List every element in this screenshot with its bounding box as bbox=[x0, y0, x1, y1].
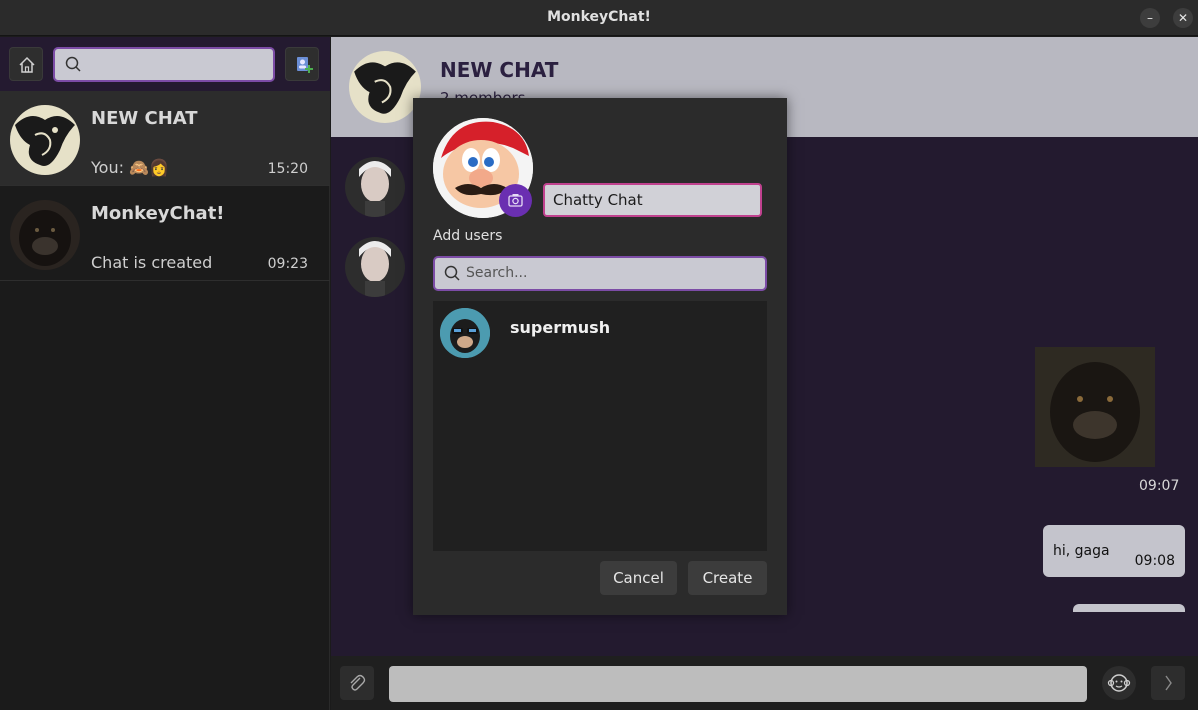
message-sender-avatar bbox=[345, 157, 405, 217]
message-time: 09:07 bbox=[1139, 478, 1180, 494]
sidebar-search-input[interactable] bbox=[53, 47, 275, 82]
emoji-button[interactable] bbox=[1102, 666, 1136, 700]
search-icon bbox=[444, 265, 460, 281]
title-bar: MonkeyChat! – ✕ bbox=[0, 0, 1198, 36]
user-search-input[interactable]: Search... bbox=[433, 256, 767, 291]
add-contact-icon bbox=[297, 57, 313, 73]
chat-header-avatar bbox=[349, 51, 421, 123]
user-name: supermush bbox=[510, 318, 611, 337]
app-window: MonkeyChat! – ✕ NEW CHAT You: 🙈👩 15:20 M… bbox=[0, 0, 1198, 710]
change-avatar-button[interactable] bbox=[499, 184, 532, 217]
chevron-right-icon bbox=[1165, 675, 1172, 691]
message-time: 09:08 bbox=[1134, 553, 1175, 569]
message-bubble: hi, gaga 09:08 bbox=[1043, 525, 1185, 577]
attach-button[interactable] bbox=[340, 666, 374, 700]
chat-last-message: You: 🙈👩 bbox=[91, 158, 169, 177]
send-button[interactable] bbox=[1151, 666, 1185, 700]
chat-name-field[interactable] bbox=[543, 183, 762, 217]
sidebar: NEW CHAT You: 🙈👩 15:20 MonkeyChat! Chat … bbox=[0, 37, 330, 710]
chat-name: NEW CHAT bbox=[91, 108, 198, 129]
chat-header-title: NEW CHAT bbox=[440, 58, 559, 82]
close-button[interactable]: ✕ bbox=[1173, 8, 1193, 28]
paperclip-icon bbox=[350, 674, 366, 691]
camera-icon bbox=[508, 194, 523, 207]
chat-name: MonkeyChat! bbox=[91, 203, 225, 224]
user-search-placeholder: Search... bbox=[466, 265, 528, 281]
chat-avatar bbox=[10, 200, 80, 270]
chat-list-item[interactable]: MonkeyChat! Chat is created 09:23 bbox=[0, 186, 330, 281]
image-message[interactable] bbox=[1035, 347, 1155, 467]
create-chat-dialog: Add users Search... bbox=[413, 98, 787, 615]
minimize-button[interactable]: – bbox=[1140, 8, 1160, 28]
user-list: supermush bbox=[433, 301, 767, 551]
add-users-label: Add users bbox=[433, 228, 503, 244]
message-bubble bbox=[1073, 604, 1185, 612]
user-avatar bbox=[440, 308, 490, 358]
user-list-item[interactable]: supermush bbox=[433, 301, 767, 363]
cancel-button[interactable]: Cancel bbox=[600, 561, 677, 595]
monkey-emoji-icon bbox=[1107, 674, 1131, 692]
chat-avatar bbox=[10, 105, 80, 175]
message-sender-avatar bbox=[345, 237, 405, 297]
chat-list-item[interactable]: NEW CHAT You: 🙈👩 15:20 bbox=[0, 91, 330, 186]
window-title: MonkeyChat! bbox=[547, 9, 651, 25]
message-text: hi, gaga bbox=[1053, 543, 1110, 559]
chat-last-message: Chat is created bbox=[91, 253, 213, 272]
chat-time: 15:20 bbox=[267, 161, 308, 177]
search-icon bbox=[65, 56, 81, 72]
create-button[interactable]: Create bbox=[688, 561, 767, 595]
chat-time: 09:23 bbox=[267, 256, 308, 272]
message-input[interactable] bbox=[389, 666, 1087, 702]
home-button[interactable] bbox=[9, 47, 43, 81]
sidebar-toolbar bbox=[0, 37, 330, 91]
add-contact-button[interactable] bbox=[285, 47, 319, 81]
composer-bar bbox=[331, 656, 1198, 710]
home-icon bbox=[19, 56, 35, 73]
